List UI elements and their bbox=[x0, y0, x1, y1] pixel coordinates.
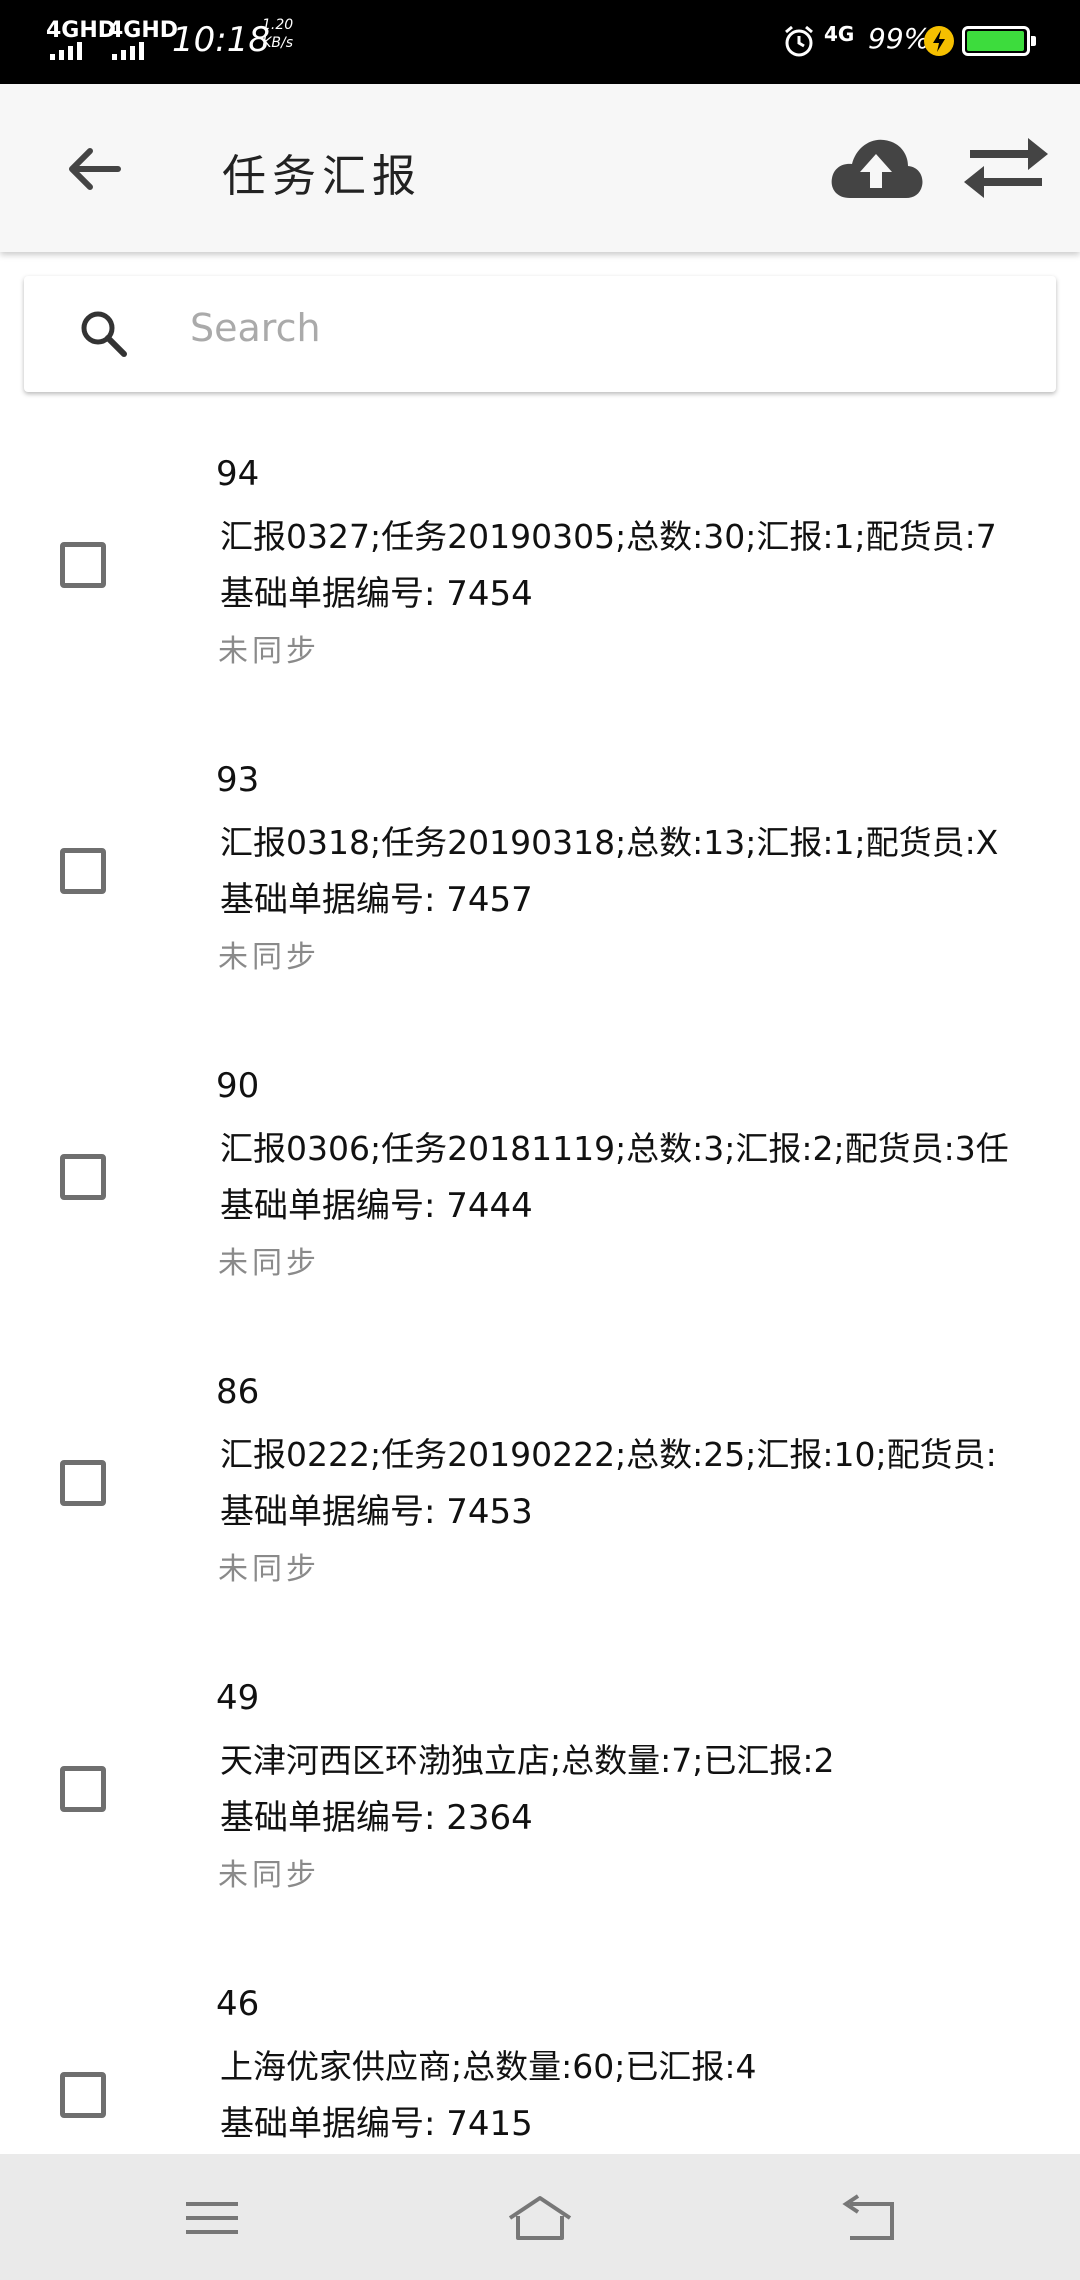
network-speed: 1.20 KB/s bbox=[262, 16, 293, 52]
home-icon[interactable] bbox=[504, 2190, 576, 2246]
item-checkbox[interactable] bbox=[60, 1154, 106, 1200]
item-sync-status: 未同步 bbox=[218, 1858, 320, 1893]
list-item[interactable]: 90 汇报0306;任务20181119;总数:3;汇报:2;配货员:3任 基础… bbox=[0, 1004, 1080, 1310]
app-bar: 任务汇报 bbox=[0, 84, 1080, 252]
status-bar: 4GHD 4GHD 10:18 1.20 KB/s 4G 99% bbox=[0, 0, 1080, 84]
item-checkbox[interactable] bbox=[60, 1766, 106, 1812]
item-id: 46 bbox=[216, 1984, 260, 2024]
sim2-label: 4GHD bbox=[108, 18, 179, 43]
page-title: 任务汇报 bbox=[222, 151, 422, 202]
item-document-number: 基础单据编号: 7444 bbox=[220, 1186, 533, 1226]
swap-arrows-icon[interactable] bbox=[958, 128, 1054, 208]
item-description: 汇报0327;任务20190305;总数:30;汇报:1;配货员:7 bbox=[220, 517, 997, 556]
clock: 10:18 bbox=[172, 20, 270, 60]
list-item[interactable]: 93 汇报0318;任务20190318;总数:13;汇报:1;配货员:X 基础… bbox=[0, 698, 1080, 1004]
network-type: 4G bbox=[824, 22, 855, 46]
item-checkbox[interactable] bbox=[60, 2072, 106, 2118]
item-checkbox[interactable] bbox=[60, 848, 106, 894]
system-nav-bar bbox=[0, 2154, 1080, 2280]
cloud-upload-icon[interactable] bbox=[826, 128, 926, 208]
item-document-number: 基础单据编号: 7453 bbox=[220, 1492, 533, 1532]
item-id: 94 bbox=[216, 454, 260, 494]
list-item[interactable]: 86 汇报0222;任务20190222;总数:25;汇报:10;配货员: 基础… bbox=[0, 1310, 1080, 1616]
item-description: 上海优家供应商;总数量:60;已汇报:4 bbox=[220, 2047, 757, 2086]
signal-icon bbox=[112, 42, 144, 60]
speed-value: 1.20 bbox=[262, 17, 294, 33]
arrow-left-icon[interactable] bbox=[60, 134, 130, 204]
item-document-number: 基础单据编号: 7454 bbox=[220, 574, 533, 614]
item-description: 汇报0222;任务20190222;总数:25;汇报:10;配货员: bbox=[220, 1435, 997, 1474]
search-input[interactable]: Search bbox=[190, 306, 321, 350]
list-item[interactable]: 94 汇报0327;任务20190305;总数:30;汇报:1;配货员:7 基础… bbox=[0, 392, 1080, 698]
item-sync-status: 未同步 bbox=[218, 940, 320, 975]
item-checkbox[interactable] bbox=[60, 542, 106, 588]
item-document-number: 基础单据编号: 7415 bbox=[220, 2104, 533, 2144]
nav-back-icon[interactable] bbox=[832, 2190, 904, 2246]
speed-unit: KB/s bbox=[262, 35, 293, 51]
signal-icon bbox=[50, 42, 82, 60]
item-description: 汇报0318;任务20190318;总数:13;汇报:1;配货员:X bbox=[220, 823, 999, 862]
battery-fill bbox=[967, 31, 1025, 51]
item-id: 86 bbox=[216, 1372, 260, 1412]
search-bar[interactable]: Search bbox=[24, 276, 1056, 392]
item-document-number: 基础单据编号: 7457 bbox=[220, 880, 533, 920]
item-description: 天津河西区环渤独立店;总数量:7;已汇报:2 bbox=[220, 1741, 835, 1780]
item-sync-status: 未同步 bbox=[218, 634, 320, 669]
charging-icon bbox=[924, 26, 954, 56]
sim1-label: 4GHD bbox=[46, 18, 117, 43]
alarm-icon bbox=[785, 25, 813, 57]
search-icon bbox=[81, 311, 127, 357]
item-id: 90 bbox=[216, 1066, 260, 1106]
item-checkbox[interactable] bbox=[60, 1460, 106, 1506]
list-item[interactable]: 46 上海优家供应商;总数量:60;已汇报:4 基础单据编号: 7415 bbox=[0, 1922, 1080, 2154]
menu-icon[interactable] bbox=[176, 2190, 248, 2246]
task-report-list: 94 汇报0327;任务20190305;总数:30;汇报:1;配货员:7 基础… bbox=[0, 392, 1080, 2154]
item-document-number: 基础单据编号: 2364 bbox=[220, 1798, 533, 1838]
item-id: 93 bbox=[216, 760, 260, 800]
battery-percent: 99% bbox=[868, 22, 931, 55]
item-id: 49 bbox=[216, 1678, 260, 1718]
item-sync-status: 未同步 bbox=[218, 1552, 320, 1587]
item-description: 汇报0306;任务20181119;总数:3;汇报:2;配货员:3任 bbox=[220, 1129, 1009, 1168]
item-sync-status: 未同步 bbox=[218, 1246, 320, 1281]
battery-nub bbox=[1031, 36, 1036, 46]
battery-icon bbox=[962, 26, 1036, 56]
list-item[interactable]: 49 天津河西区环渤独立店;总数量:7;已汇报:2 基础单据编号: 2364 未… bbox=[0, 1616, 1080, 1922]
